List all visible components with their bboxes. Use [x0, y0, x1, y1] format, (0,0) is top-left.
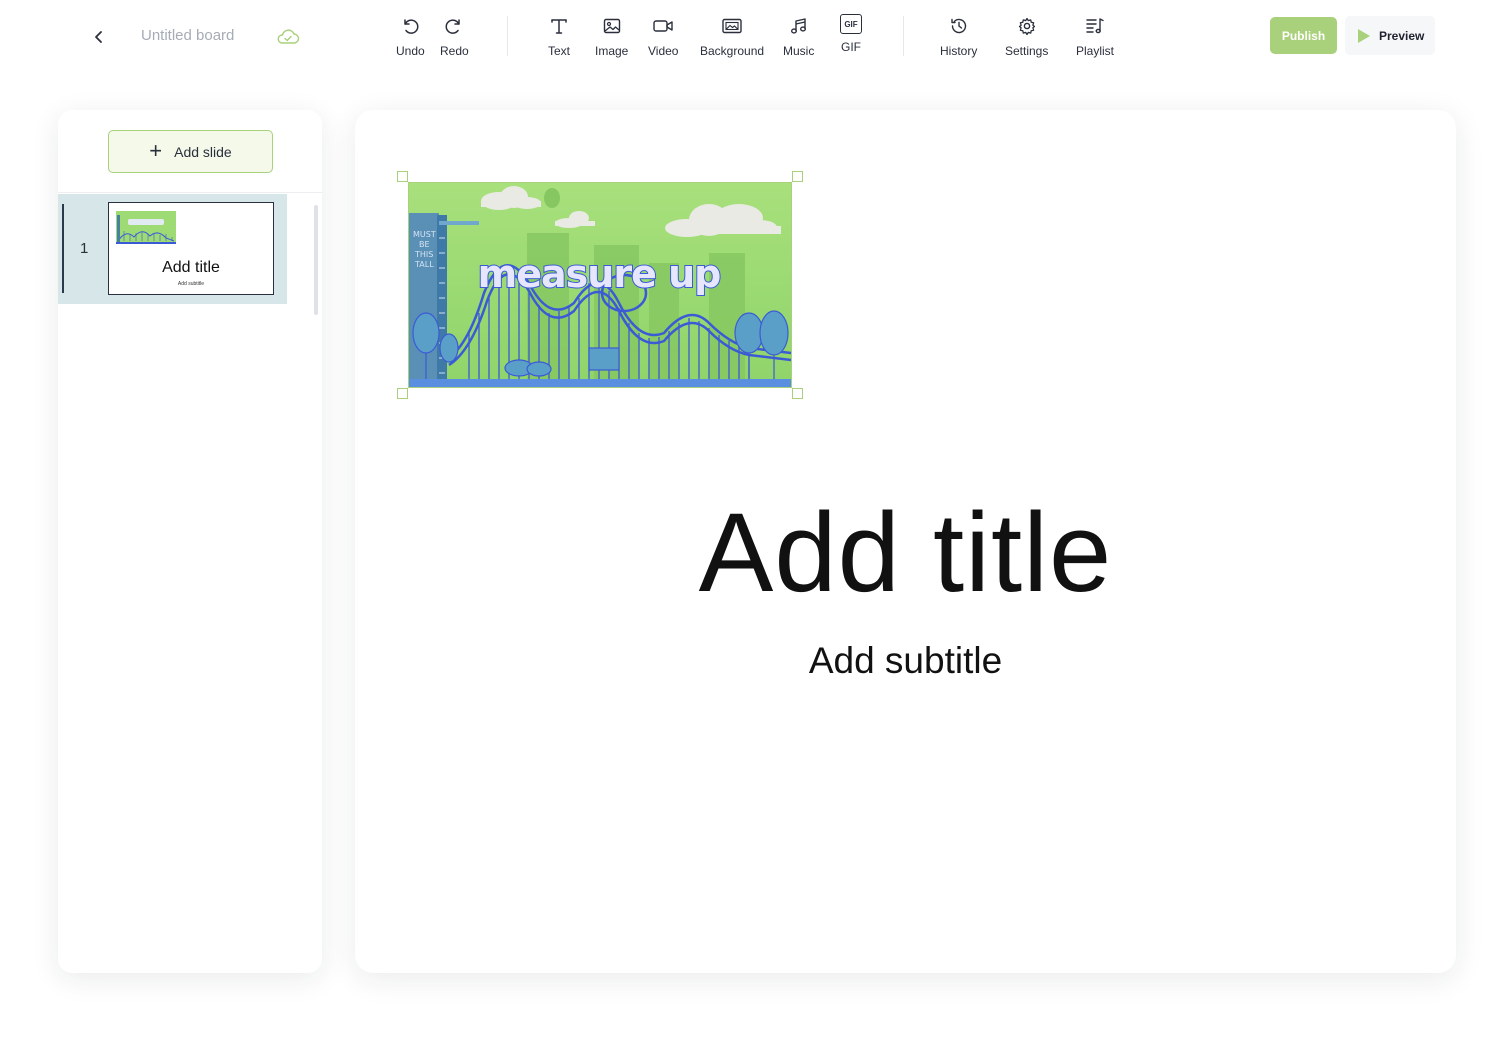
- plus-icon: +: [149, 137, 163, 163]
- active-slide-indicator: [62, 204, 64, 293]
- resize-handle-bottom-right[interactable]: [792, 388, 803, 399]
- undo-button[interactable]: Undo: [396, 14, 425, 58]
- resize-handle-top-left[interactable]: [397, 171, 408, 182]
- gif-icon: GIF: [840, 14, 862, 34]
- music-button[interactable]: Music: [783, 14, 814, 58]
- music-icon: [790, 18, 806, 34]
- slides-scrollbar[interactable]: [314, 205, 318, 315]
- slide-list-item[interactable]: 1 Add title Add subtitle: [58, 194, 287, 304]
- redo-button[interactable]: Redo: [440, 14, 469, 58]
- pole-sign-line-4: TALL: [414, 260, 434, 269]
- thumbnail-title: Add title: [162, 259, 220, 276]
- thumbnail-subtitle: Add subtitle: [177, 281, 205, 287]
- video-label: Video: [648, 44, 679, 58]
- add-slide-label: Add slide: [174, 143, 232, 160]
- board-title[interactable]: Untitled board: [141, 27, 234, 44]
- pole-sign-line-2: BE: [419, 240, 430, 249]
- undo-label: Undo: [396, 44, 425, 58]
- background-button[interactable]: Background: [700, 14, 764, 58]
- chevron-left-icon: [95, 31, 102, 43]
- publish-button[interactable]: Publish: [1270, 17, 1337, 54]
- text-icon: [551, 19, 567, 34]
- slide-number: 1: [80, 240, 89, 257]
- text-label: Text: [547, 44, 570, 58]
- playlist-label: Playlist: [1076, 44, 1115, 58]
- background-icon: [722, 18, 742, 34]
- measure-up-graphic: MUST BE THIS TALL measure up: [409, 183, 791, 387]
- panel-divider: [58, 192, 322, 193]
- playlist-button[interactable]: Playlist: [1076, 14, 1114, 58]
- resize-handle-top-right[interactable]: [792, 171, 803, 182]
- gear-icon: [1018, 17, 1035, 36]
- slides-panel: + Add slide 1 Add title Add subtitle: [58, 110, 322, 973]
- resize-handle-bottom-left[interactable]: [397, 388, 408, 399]
- redo-label: Redo: [440, 44, 469, 58]
- slide-title[interactable]: Add title: [355, 488, 1456, 617]
- slide-image[interactable]: MUST BE THIS TALL measure up: [408, 182, 792, 388]
- settings-label: Settings: [1005, 44, 1049, 58]
- preview-button[interactable]: Preview: [1345, 16, 1435, 55]
- video-icon: [653, 20, 673, 32]
- history-button[interactable]: History: [940, 14, 977, 58]
- history-icon: [950, 18, 966, 34]
- undo-icon: [404, 19, 419, 34]
- history-label: History: [940, 44, 978, 58]
- playlist-icon: [1086, 18, 1104, 34]
- video-button[interactable]: Video: [648, 14, 678, 58]
- slide-thumbnail[interactable]: Add title Add subtitle: [108, 202, 274, 295]
- gif-icon-text: GIF: [844, 19, 858, 29]
- slide-canvas[interactable]: MUST BE THIS TALL measure up Add title A…: [355, 110, 1456, 973]
- slide-subtitle[interactable]: Add subtitle: [355, 640, 1456, 682]
- top-toolbar: Untitled board Undo Redo Text Image Vide…: [0, 0, 1512, 72]
- redo-icon: [445, 19, 461, 34]
- play-icon: [1358, 28, 1370, 43]
- toolbar-divider: [507, 16, 508, 56]
- pole-sign-line-3: THIS: [414, 250, 433, 259]
- preview-label: Preview: [1379, 28, 1425, 43]
- image-button[interactable]: Image: [595, 14, 628, 58]
- pole-sign-line-1: MUST: [413, 230, 436, 239]
- add-slide-button[interactable]: + Add slide: [108, 130, 273, 173]
- image-icon: [603, 18, 620, 34]
- thumbnail-image: [116, 211, 176, 244]
- background-label: Background: [700, 44, 765, 58]
- image-headline: measure up: [478, 252, 721, 296]
- image-label: Image: [595, 44, 629, 58]
- cloud-check-icon: [277, 29, 300, 44]
- gif-button[interactable]: GIF GIF: [840, 14, 862, 54]
- toolbar-divider: [903, 16, 904, 56]
- gif-label: GIF: [841, 40, 861, 54]
- music-label: Music: [783, 44, 815, 58]
- text-button[interactable]: Text: [547, 14, 571, 58]
- back-button[interactable]: [86, 24, 112, 50]
- settings-button[interactable]: Settings: [1005, 14, 1048, 58]
